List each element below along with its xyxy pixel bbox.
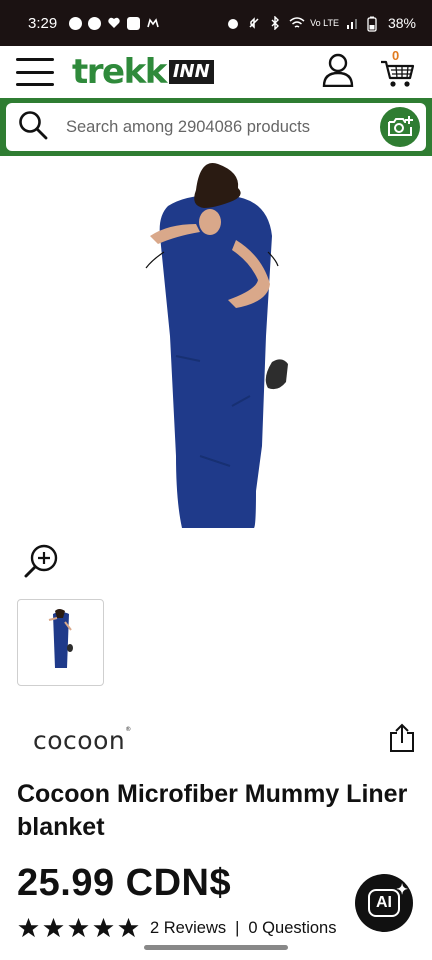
product-price: 25.99 CDN$ [17, 862, 232, 904]
search-input[interactable]: Search among 2904086 products [6, 103, 426, 151]
rating-row: 2 Reviews | 0 Questions [17, 917, 336, 939]
star-icon [18, 917, 39, 938]
sparkle-icon: ✦ [396, 881, 408, 897]
ai-icon: AI ✦ [368, 881, 408, 917]
wifi-icon [289, 16, 305, 30]
zoom-in-icon[interactable] [22, 542, 60, 580]
signal-icon [346, 16, 360, 30]
camera-search-icon[interactable] [380, 107, 420, 147]
questions-link[interactable]: 0 Questions [248, 919, 336, 938]
app-root: 3:29 Vo LTE 38% trekk INN 0 Search among… [0, 0, 432, 960]
rating-separator: | [235, 918, 240, 937]
site-header: trekk INN 0 [0, 46, 432, 98]
cart-button[interactable]: 0 [380, 48, 416, 90]
star-icon [93, 917, 114, 938]
gmail-icon [146, 16, 160, 30]
star-icon [43, 917, 64, 938]
hearts-icon [107, 16, 121, 30]
search-placeholder: Search among 2904086 products [66, 117, 311, 136]
star-rating[interactable] [17, 917, 140, 939]
product-thumbnail[interactable] [17, 599, 104, 686]
status-bar: 3:29 Vo LTE 38% [0, 0, 432, 46]
product-main-image[interactable] [0, 156, 432, 536]
status-time: 3:29 [28, 14, 58, 32]
messenger-icon [88, 16, 102, 30]
battery-percent: 38% [387, 15, 416, 31]
star-icon [68, 917, 89, 938]
reviews-link[interactable]: 2 Reviews [150, 919, 226, 938]
brand-logo[interactable]: cocoon® [33, 726, 132, 755]
mute-icon [247, 16, 261, 30]
ai-assistant-button[interactable]: AI ✦ [355, 874, 413, 932]
whatsapp-icon [69, 16, 83, 30]
bluetooth-icon [268, 15, 282, 31]
cart-count: 0 [392, 48, 400, 63]
brand-name: cocoon [33, 726, 126, 755]
battery-icon [367, 16, 381, 32]
volte-label: Vo LTE [310, 17, 339, 28]
share-icon[interactable] [388, 723, 416, 753]
notification-icons [69, 16, 160, 30]
cart-icon [380, 60, 416, 94]
logo-wordmark: trekk [72, 52, 167, 92]
search-icon[interactable] [18, 110, 48, 145]
header-actions: 0 [322, 48, 416, 92]
star-icon [118, 917, 139, 938]
alarm-icon [226, 16, 240, 30]
youtube-icon [127, 16, 141, 30]
product-title: Cocoon Microfiber Mummy Liner blanket [17, 780, 408, 841]
menu-icon[interactable] [16, 58, 54, 86]
ai-label: AI [376, 894, 392, 911]
logo-badge: INN [168, 60, 214, 84]
system-icons: Vo LTE 38% [226, 15, 416, 32]
search-bar: Search among 2904086 products [0, 98, 432, 156]
account-icon[interactable] [322, 53, 354, 92]
site-logo[interactable]: trekk INN [72, 52, 214, 92]
home-indicator[interactable] [144, 945, 288, 950]
